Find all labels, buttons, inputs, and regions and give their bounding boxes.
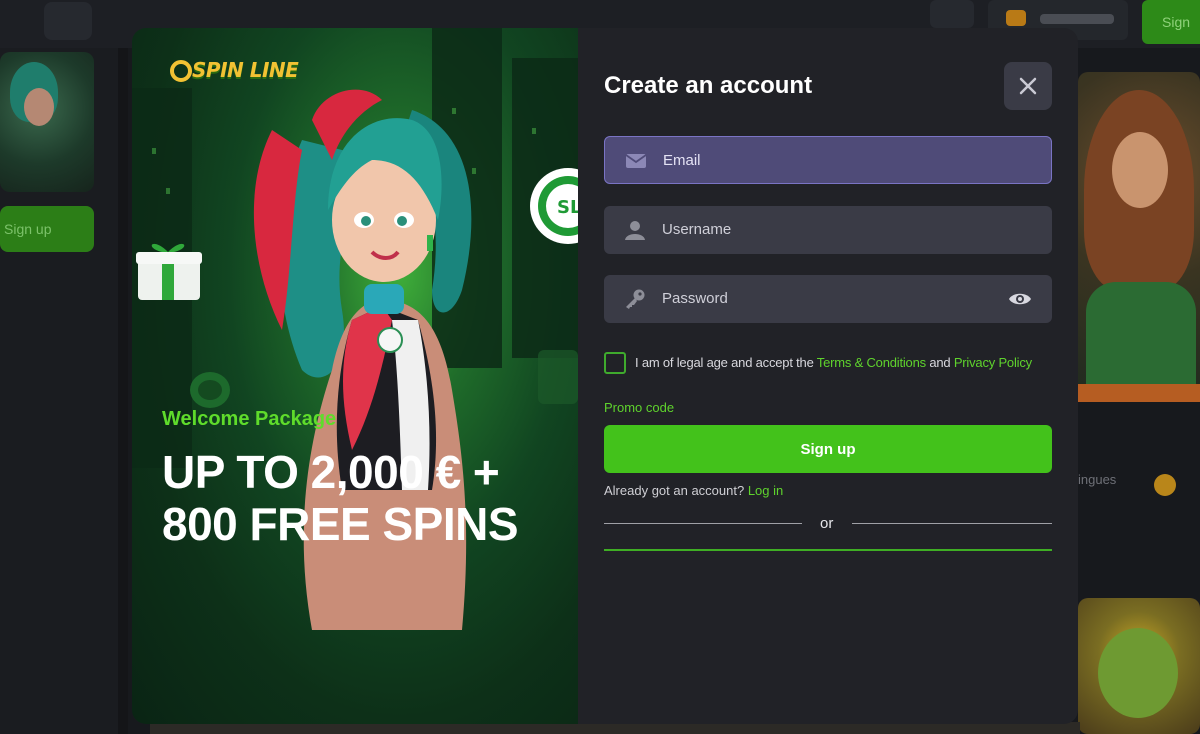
casino-chip-icon: SL <box>530 168 578 244</box>
legal-consent: I am of legal age and accept the Terms &… <box>604 352 1064 376</box>
already-account-text: Already got an account? Log in <box>604 483 784 498</box>
close-button[interactable] <box>1004 62 1052 110</box>
email-field[interactable]: Email <box>604 136 1052 184</box>
background-signup-button: Sign <box>1142 0 1200 44</box>
social-login-divider <box>604 549 1052 551</box>
user-icon <box>625 221 645 240</box>
divider-line-left <box>604 523 802 524</box>
signup-form: Create an account Email Username Passwor… <box>578 28 1078 724</box>
login-link[interactable]: Log in <box>748 483 783 498</box>
or-divider: or <box>604 514 1052 534</box>
privacy-link[interactable]: Privacy Policy <box>954 355 1032 370</box>
background-game-thumb <box>0 52 94 192</box>
signup-modal: SPIN LINE SL Welcome Package UP TO 2,000… <box>132 28 1078 724</box>
background-game-thumb-right <box>1078 72 1200 402</box>
form-title: Create an account <box>604 72 813 99</box>
gift-box-icon <box>136 243 202 300</box>
logo-coin-icon <box>170 60 192 82</box>
background-coin-icon <box>1006 10 1026 26</box>
signup-button[interactable]: Sign up <box>604 425 1052 473</box>
eye-icon[interactable] <box>1008 290 1032 308</box>
email-icon <box>625 154 647 168</box>
background-coin-icon <box>1154 474 1176 496</box>
svg-text:SL: SL <box>557 197 578 218</box>
terms-link[interactable]: Terms & Conditions <box>817 355 926 370</box>
background-search-button <box>930 0 974 28</box>
background-balance-bar <box>1040 14 1114 24</box>
legal-age-checkbox[interactable] <box>604 352 626 374</box>
key-icon <box>626 289 645 309</box>
email-placeholder: Email <box>663 152 701 169</box>
username-field[interactable]: Username <box>604 206 1052 254</box>
promo-code-link[interactable]: Promo code <box>604 400 674 415</box>
background-game-thumb-right-2 <box>1078 598 1200 734</box>
or-text: or <box>820 515 834 532</box>
background-category-row: ingues <box>1078 472 1200 502</box>
background-sidebar-signup: Sign up <box>0 206 94 252</box>
casino-chip-icon-2 <box>190 372 230 408</box>
gift-box-icon-2 <box>538 350 578 404</box>
close-icon <box>1019 77 1037 95</box>
username-placeholder: Username <box>662 221 732 238</box>
background-menu-button <box>44 2 92 40</box>
promo-kicker: Welcome Package <box>162 408 337 430</box>
divider-line-right <box>852 523 1052 524</box>
promo-panel: SPIN LINE SL Welcome Package UP TO 2,000… <box>132 28 578 724</box>
legal-text: I am of legal age and accept the Terms &… <box>635 355 1032 370</box>
promo-headline: UP TO 2,000 € + 800 FREE SPINS <box>162 446 519 550</box>
background-divider <box>118 48 128 734</box>
password-field[interactable]: Password <box>604 275 1052 323</box>
password-placeholder: Password <box>662 290 728 307</box>
